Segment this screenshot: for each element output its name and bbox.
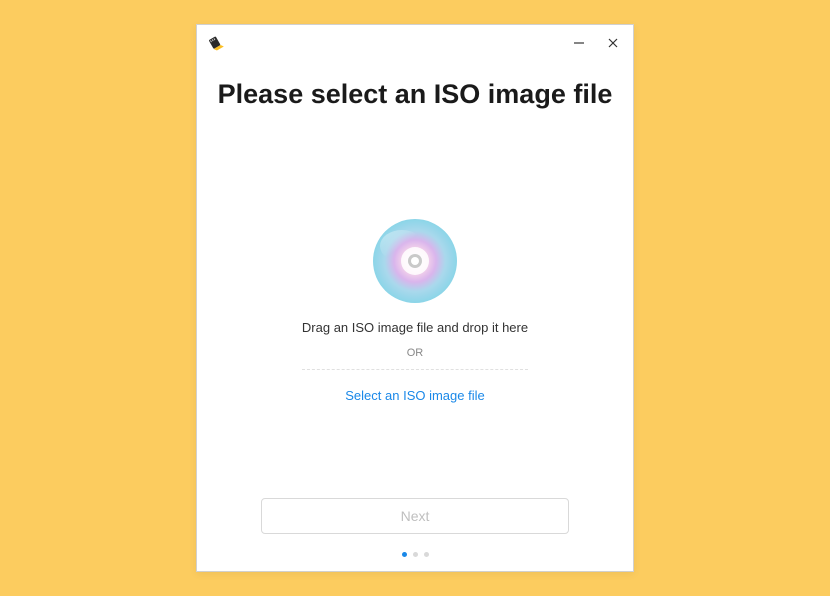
or-separator: OR: [407, 347, 424, 359]
step-indicator: [402, 552, 429, 557]
step-dot-2: [413, 552, 418, 557]
drag-instruction: Drag an ISO image file and drop it here: [302, 320, 528, 335]
footer: Next: [197, 498, 633, 571]
close-button[interactable]: [603, 33, 623, 53]
window-controls: [569, 33, 623, 53]
next-button[interactable]: Next: [261, 498, 569, 534]
select-iso-link[interactable]: Select an ISO image file: [345, 388, 484, 403]
disc-icon[interactable]: [372, 218, 458, 304]
titlebar: [197, 25, 633, 61]
app-icon: [207, 34, 225, 52]
step-dot-3: [424, 552, 429, 557]
page-title: Please select an ISO image file: [197, 79, 633, 110]
minimize-button[interactable]: [569, 33, 589, 53]
step-dot-1: [402, 552, 407, 557]
main-content: Drag an ISO image file and drop it here …: [197, 110, 633, 498]
app-window: Please select an ISO image file: [196, 24, 634, 572]
divider: [302, 369, 528, 370]
